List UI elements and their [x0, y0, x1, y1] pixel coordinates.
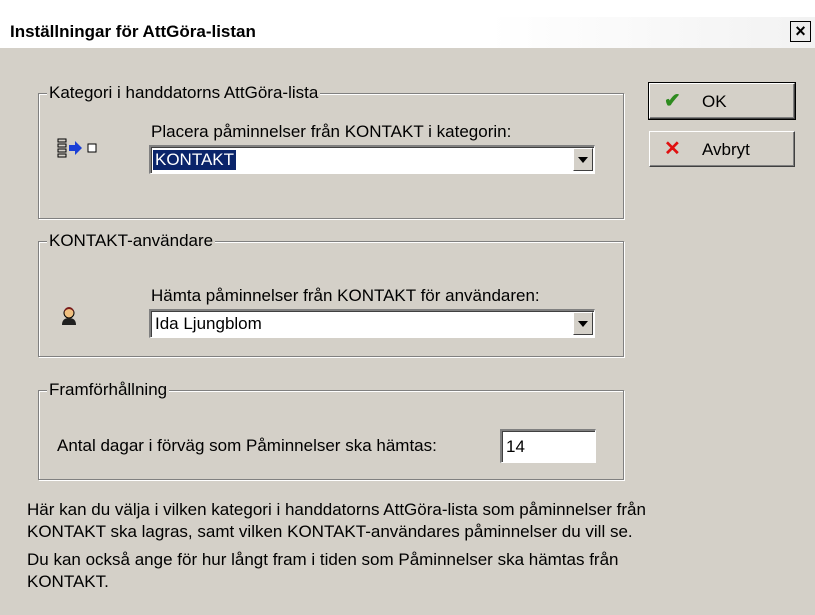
title-bar: Inställningar för AttGöra-listan ×: [0, 17, 815, 48]
checkmark-icon: ✔: [664, 90, 681, 112]
category-group-legend: Kategori i handdatorns AttGöra-lista: [47, 83, 321, 103]
user-select-value: Ida Ljungblom: [155, 314, 262, 333]
dialog-title: Inställningar för AttGöra-listan: [10, 22, 256, 41]
help-text-line-2: KONTAKT ska lagras, samt vilken KONTAKT-…: [27, 522, 633, 541]
lead-time-days-value: 14: [506, 437, 525, 456]
cancel-button[interactable]: ✕ Avbryt: [649, 131, 795, 167]
ok-button[interactable]: ✔ OK: [648, 82, 796, 120]
category-dropdown-button[interactable]: [573, 148, 593, 171]
user-dropdown-button[interactable]: [573, 312, 593, 335]
chevron-down-icon: [578, 157, 588, 163]
category-group: Kategori i handdatorns AttGöra-lista Pla…: [38, 83, 624, 219]
category-select[interactable]: KONTAKT: [149, 145, 595, 174]
settings-dialog: Inställningar för AttGöra-listan × Kateg…: [0, 17, 815, 615]
lead-time-label: Antal dagar i förväg som Påminnelser ska…: [57, 436, 437, 455]
help-text-line-3: Du kan också ange för hur långt fram i t…: [27, 550, 619, 569]
list-to-category-icon: [57, 137, 105, 159]
chevron-down-icon: [578, 321, 588, 327]
lead-time-group-legend: Framförhållning: [47, 380, 170, 400]
lead-time-days-input[interactable]: 14: [500, 429, 596, 463]
cancel-button-label: Avbryt: [702, 140, 750, 159]
category-select-value: KONTAKT: [153, 150, 237, 170]
help-text-line-4: KONTAKT.: [27, 572, 109, 591]
user-avatar-icon: [59, 306, 79, 326]
lead-time-group: Framförhållning Antal dagar i förväg som…: [38, 380, 624, 480]
help-text-line-1: Här kan du välja i vilken kategori i han…: [27, 500, 646, 519]
close-button[interactable]: ×: [790, 21, 811, 42]
user-label: Hämta påminnelser från KONTAKT för använ…: [151, 286, 540, 305]
category-label: Placera påminnelser från KONTAKT i kateg…: [151, 122, 512, 141]
user-select[interactable]: Ida Ljungblom: [149, 309, 595, 338]
user-group-legend: KONTAKT-användare: [47, 231, 216, 251]
user-group: KONTAKT-användare Hämta påminnelser från…: [38, 231, 624, 357]
ok-button-label: OK: [702, 92, 727, 111]
cross-icon: ✕: [664, 138, 681, 160]
